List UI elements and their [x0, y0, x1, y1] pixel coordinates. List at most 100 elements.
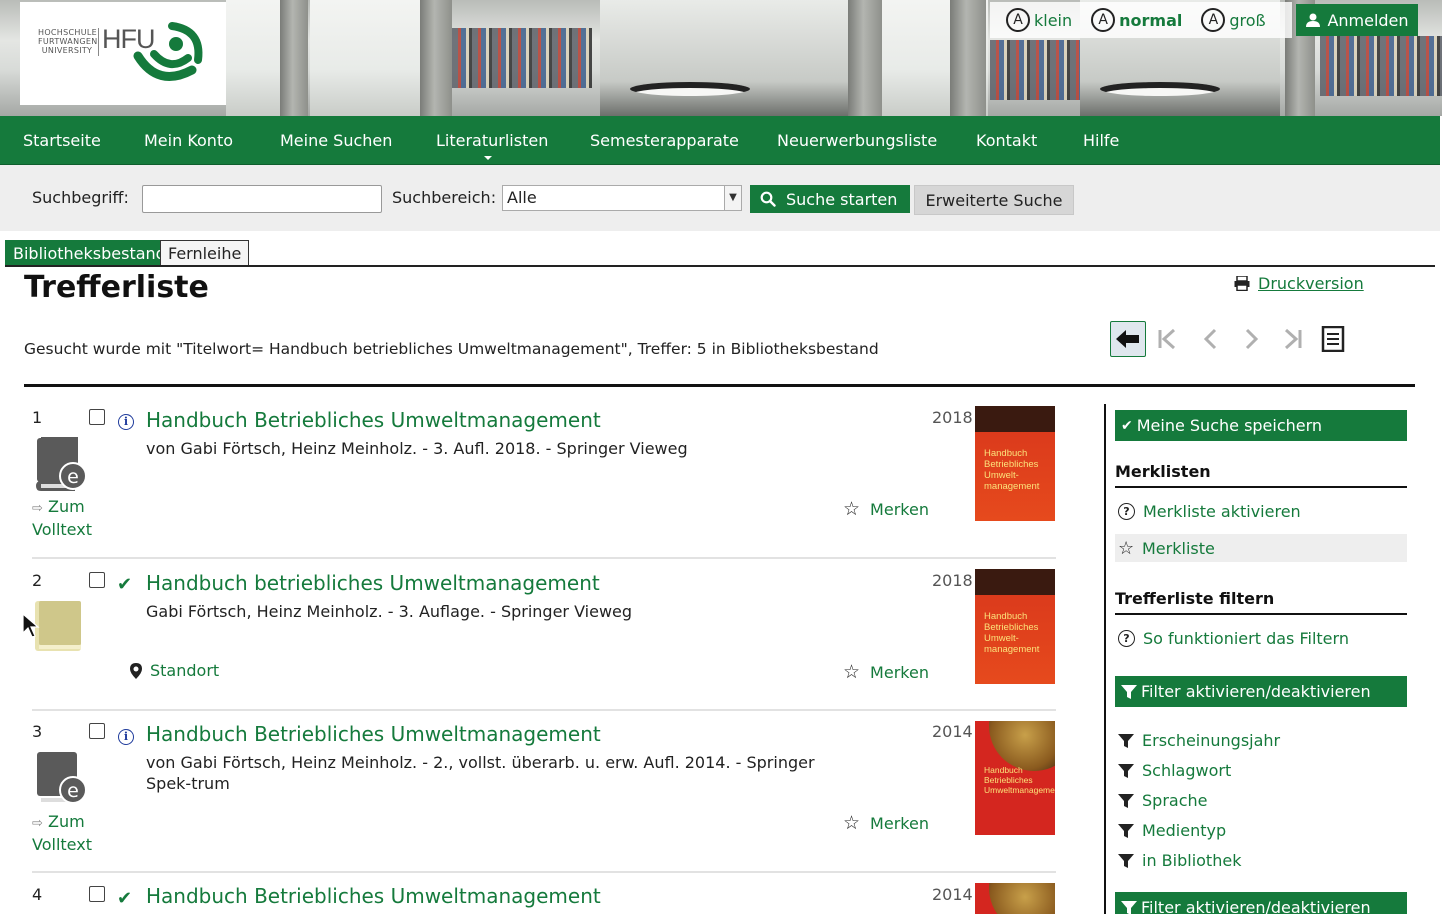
nav-item-semesterapparate[interactable]: Semesterapparate [590, 131, 739, 150]
font-size-large-option[interactable]: Agroß [1201, 8, 1266, 32]
fulltext-link[interactable]: ⇨ Zum Volltext [32, 811, 92, 855]
book-cover-image[interactable]: Handbuch Betriebliches Umwelt-management [975, 569, 1055, 684]
login-button[interactable]: Anmelden [1296, 4, 1418, 36]
info-icon[interactable]: i [118, 414, 134, 430]
nav-item-meine-suchen[interactable]: Meine Suchen [280, 131, 392, 150]
arrow-left-icon [1116, 330, 1139, 348]
help-icon: ? [1118, 630, 1135, 647]
search-term-input[interactable] [142, 185, 382, 213]
back-button[interactable] [1110, 321, 1146, 357]
main-navigation: Startseite Mein Konto Meine Suchen Liter… [0, 116, 1440, 165]
tab-bibliotheksbestand[interactable]: Bibliotheksbestand [5, 240, 174, 266]
last-page-button[interactable] [1278, 321, 1308, 357]
merklisten-heading: Merklisten [1115, 462, 1407, 488]
first-page-icon [1158, 328, 1176, 350]
filter-medientyp[interactable]: Medientyp [1118, 821, 1226, 840]
result-title-link[interactable]: Handbuch Betriebliches Umweltmanagement [146, 884, 601, 908]
banner-photo-segment [1100, 82, 1220, 96]
nav-item-literaturlisten[interactable]: Literaturlisten [436, 131, 548, 150]
banner-photo-segment [1320, 36, 1442, 96]
available-check-icon: ✔ [117, 574, 133, 595]
result-number: 4 [32, 885, 43, 904]
save-search-button[interactable]: ✔ Meine Suche speichern [1115, 410, 1407, 441]
filter-icon [1121, 900, 1137, 914]
map-pin-icon [130, 662, 142, 679]
ebook-icon: e [37, 752, 87, 804]
search-area-value: Alle [507, 188, 537, 207]
result-select-checkbox[interactable] [89, 886, 105, 902]
filter-toggle-button[interactable]: Filter aktivieren/deaktivieren [1115, 676, 1407, 707]
info-icon[interactable]: i [118, 729, 134, 745]
nav-item-kontakt[interactable]: Kontakt [976, 131, 1037, 150]
filter-label: Sprache [1142, 791, 1208, 810]
result-select-checkbox[interactable] [89, 723, 105, 739]
book-icon [35, 601, 81, 651]
nav-item-neuerwerbungsliste[interactable]: Neuerwerbungsliste [777, 131, 937, 150]
bookmark-button[interactable]: ☆ Merken [843, 661, 929, 683]
activate-merkliste-link[interactable]: ? Merkliste aktivieren [1118, 502, 1301, 521]
bookmark-button[interactable]: ☆ Merken [843, 498, 929, 520]
result-title-link[interactable]: Handbuch Betriebliches Umweltmanagement [146, 408, 601, 432]
result-number: 2 [32, 571, 43, 590]
fulltext-label: Zum [48, 497, 85, 516]
filter-howto-link[interactable]: ? So funktioniert das Filtern [1118, 629, 1349, 648]
search-area-select[interactable]: Alle ▼ [502, 185, 742, 211]
filter-in-bibliothek[interactable]: in Bibliothek [1118, 851, 1241, 870]
fulltext-label: Zum [48, 812, 85, 831]
chevron-left-icon [1203, 328, 1217, 350]
merkliste-link[interactable]: ☆ Merkliste [1118, 538, 1215, 559]
filter-sprache[interactable]: Sprache [1118, 791, 1207, 810]
book-cover-image[interactable]: Handbuch Betriebliches Umweltmanagement [975, 721, 1055, 835]
next-page-button[interactable] [1236, 321, 1266, 357]
logo-divider [98, 28, 99, 56]
filter-schlagwort[interactable]: Schlagwort [1118, 761, 1231, 780]
banner-photo-segment [848, 0, 882, 116]
filter-toggle-button-bottom[interactable]: Filter aktivieren/deaktivieren [1115, 892, 1407, 914]
print-link-label: Druckversion [1258, 274, 1364, 293]
star-icon: ☆ [1118, 538, 1135, 559]
checkmark-icon: ✔ [1121, 417, 1133, 434]
bookmark-button[interactable]: ☆ Merken [843, 812, 929, 834]
filter-icon [1121, 684, 1137, 699]
list-view-button[interactable] [1318, 321, 1348, 357]
nav-item-startseite[interactable]: Startseite [23, 131, 101, 150]
location-link[interactable]: Standort [130, 661, 219, 680]
print-link[interactable]: Druckversion [1234, 274, 1364, 293]
result-divider [32, 557, 1056, 559]
chevron-right-icon [1245, 328, 1259, 350]
result-title-link[interactable]: Handbuch Betriebliches Umweltmanagement [146, 722, 601, 746]
arrow-right-icon: ⇨ [32, 816, 43, 831]
cover-band [975, 569, 1055, 595]
nav-item-hilfe[interactable]: Hilfe [1083, 131, 1119, 150]
result-number: 3 [32, 722, 43, 741]
result-year: 2018 [932, 571, 973, 590]
ebook-icon: e [35, 437, 87, 491]
hfu-logo[interactable]: HOCHSCHULE FURTWANGEN UNIVERSITY HFU [20, 2, 226, 105]
result-select-checkbox[interactable] [89, 572, 105, 588]
activate-merkliste-label: Merkliste aktivieren [1143, 502, 1301, 521]
advanced-search-button[interactable]: Erweiterte Suche [914, 185, 1074, 215]
book-cover-image[interactable]: Handbuch Betriebliches Umwelt-management [975, 406, 1055, 521]
fulltext-link[interactable]: ⇨ Zum Volltext [32, 496, 92, 540]
result-year: 2014 [932, 722, 973, 741]
mouse-cursor-icon [22, 613, 40, 638]
nav-item-mein-konto[interactable]: Mein Konto [144, 131, 233, 150]
previous-page-button[interactable] [1196, 321, 1226, 357]
result-select-checkbox[interactable] [89, 409, 105, 425]
banner-photo-segment [990, 40, 1080, 100]
banner-photo-segment [950, 0, 986, 116]
font-size-normal-option[interactable]: Anormal [1091, 8, 1182, 32]
result-details: Gabi Förtsch, Heinz Meinholz. - 3. Aufla… [146, 602, 633, 621]
result-year: 2014 [932, 885, 973, 904]
book-cover-image[interactable] [975, 883, 1055, 914]
results-divider [24, 384, 1415, 387]
font-size-small-option[interactable]: Aklein [1006, 8, 1072, 32]
dropdown-caret-icon [484, 156, 492, 160]
search-submit-button[interactable]: Suche starten [750, 185, 910, 213]
first-page-button[interactable] [1152, 321, 1182, 357]
filter-erscheinungsjahr[interactable]: Erscheinungsjahr [1118, 731, 1280, 750]
result-title-link[interactable]: Handbuch betriebliches Umweltmanagement [146, 571, 600, 595]
hfu-swirl-icon [133, 22, 203, 81]
tab-fernleihe[interactable]: Fernleihe [160, 240, 250, 266]
user-icon [1306, 13, 1321, 27]
